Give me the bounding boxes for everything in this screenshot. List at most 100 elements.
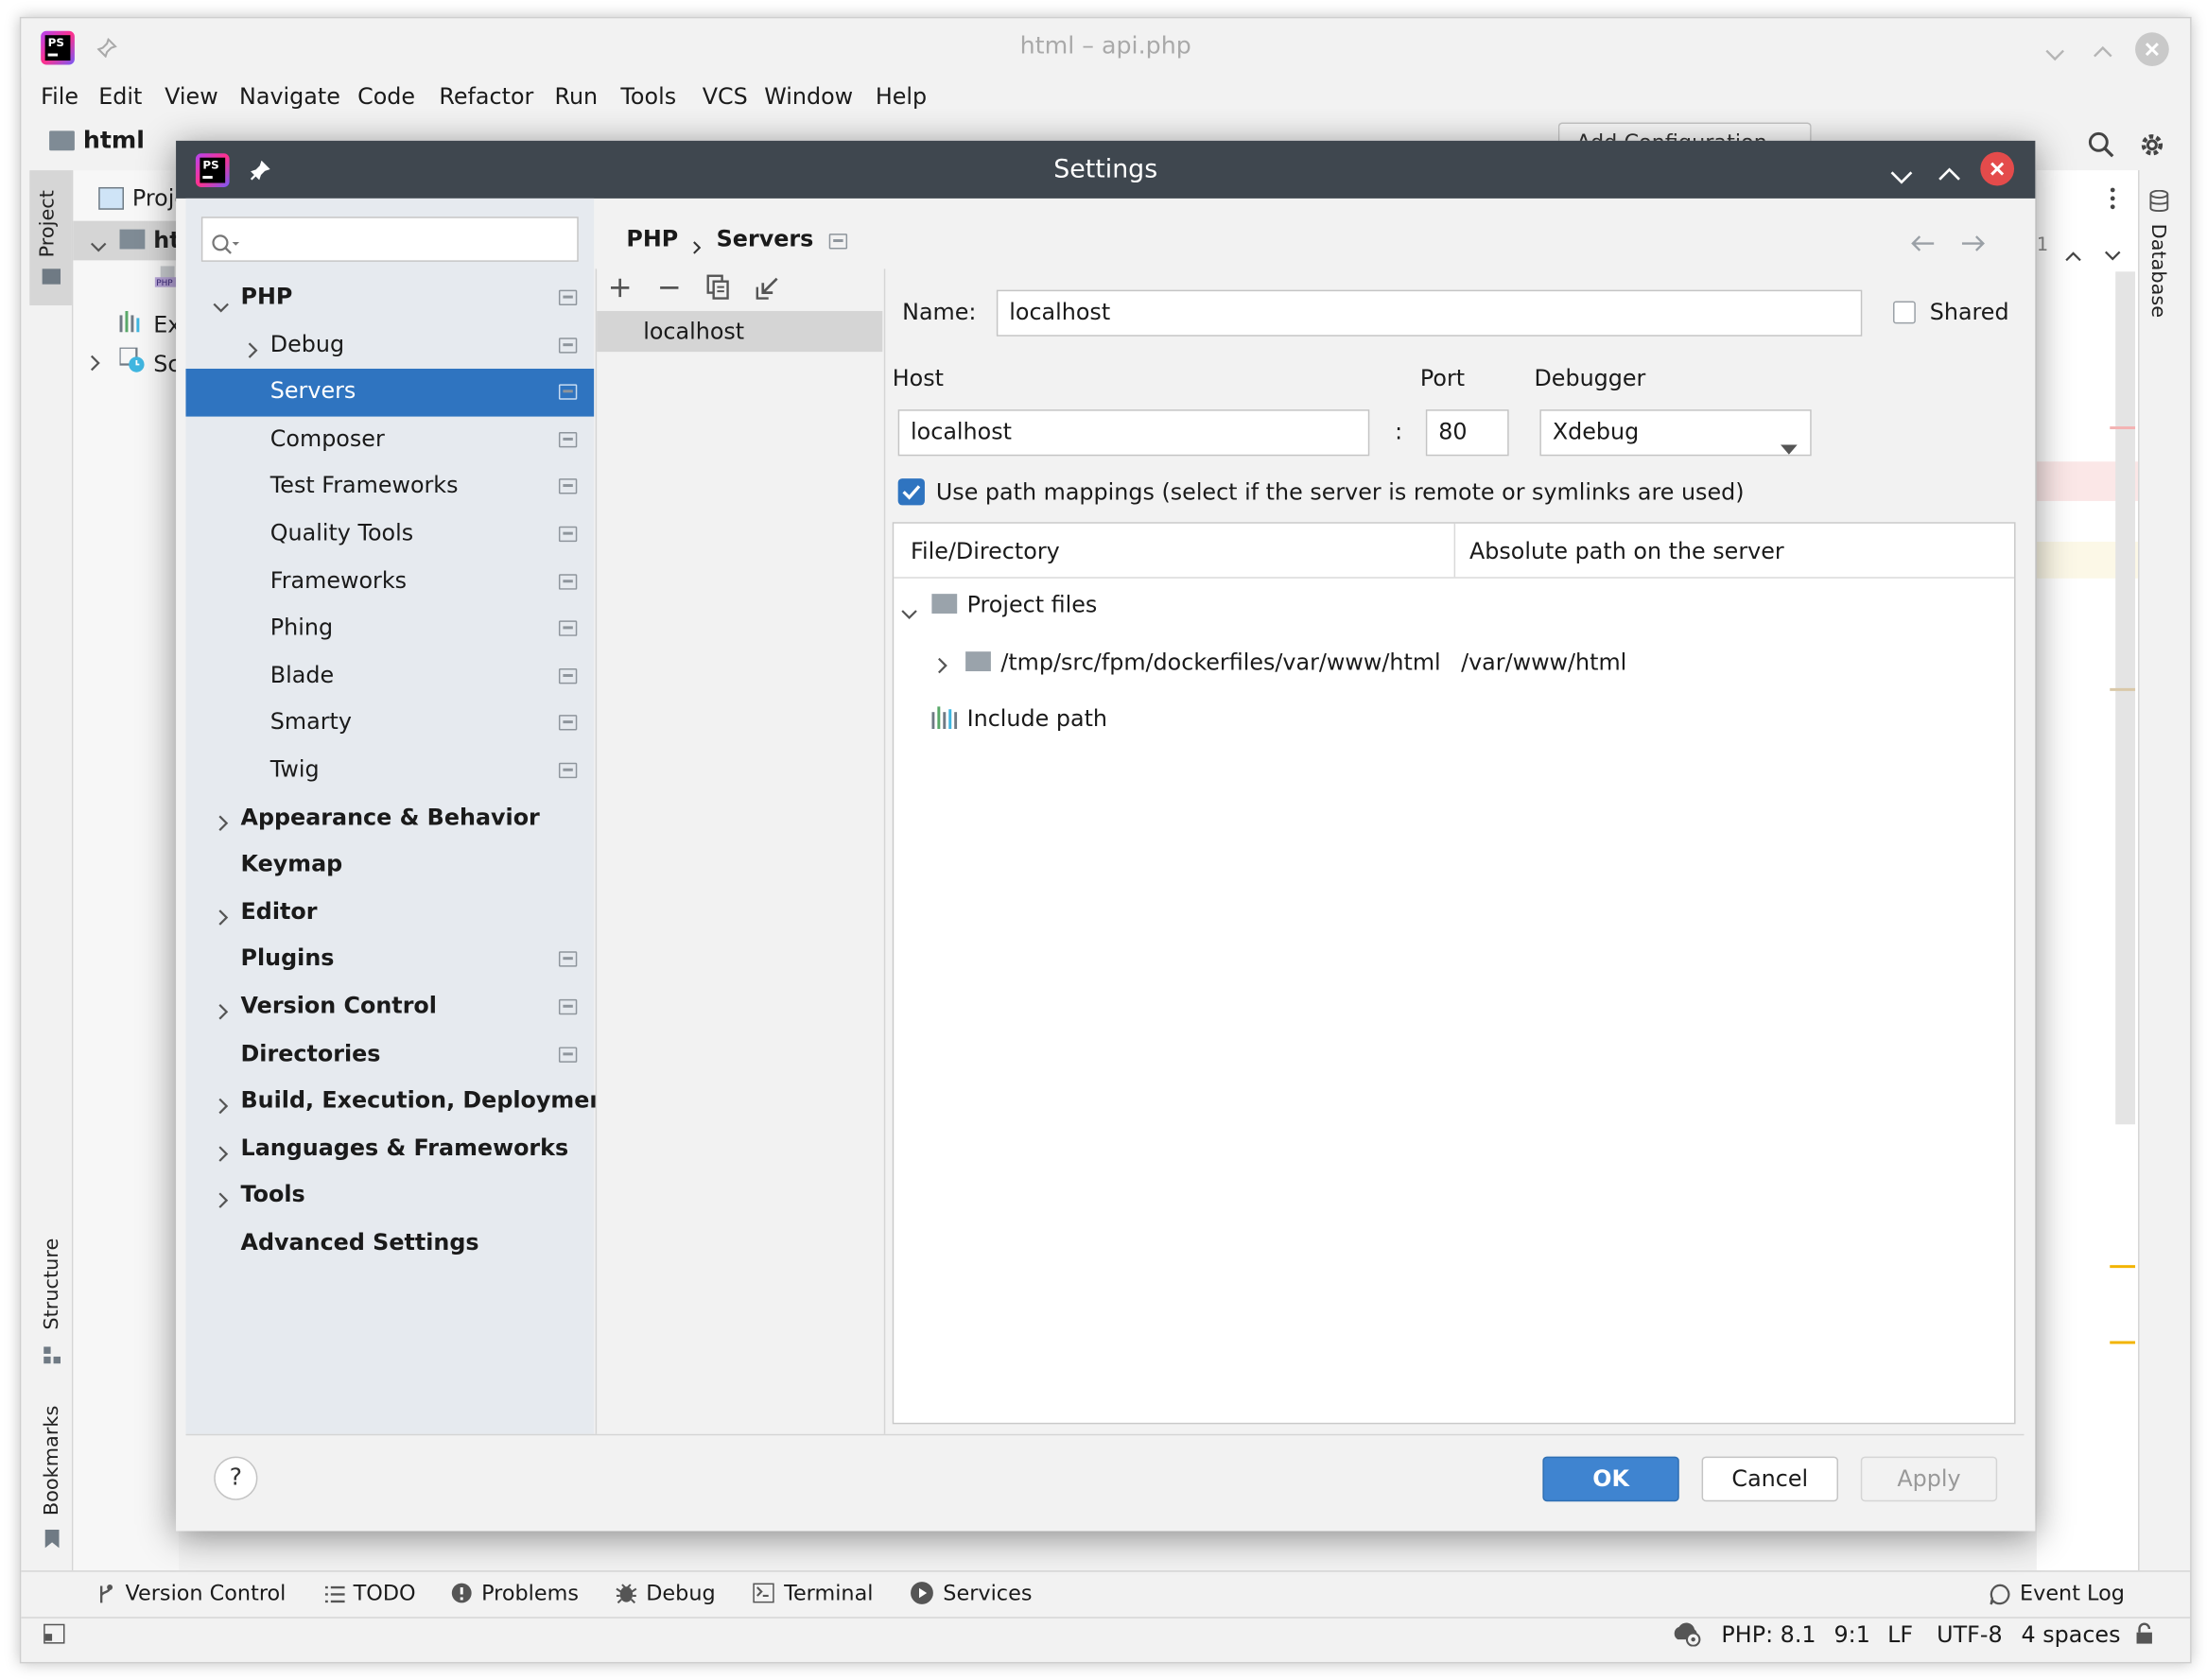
maximize-icon[interactable] [1938, 161, 1961, 181]
settings-tree-item-directories[interactable]: Directories [185, 1031, 594, 1078]
import-icon[interactable] [756, 276, 779, 300]
shared-checkbox[interactable] [1893, 301, 1916, 324]
settings-tree-item-smarty[interactable]: Smarty [185, 700, 594, 747]
menu-vcs[interactable]: VCS [703, 83, 748, 110]
lock-icon[interactable] [2135, 1622, 2155, 1645]
help-button[interactable]: ? [214, 1456, 258, 1500]
table-row-local-path[interactable]: /tmp/src/fpm/dockerfiles/var/www/html [1000, 649, 1440, 675]
chevron-down-icon[interactable] [213, 293, 230, 313]
error-stripe-mark[interactable] [2110, 687, 2136, 691]
settings-tree-item-php[interactable]: PHP [185, 274, 594, 321]
menu-file[interactable]: File [41, 83, 78, 110]
bottom-tab-problems[interactable]: Problems [481, 1581, 579, 1606]
settings-gear-icon[interactable] [2138, 130, 2166, 159]
settings-tree-item-composer[interactable]: Composer [185, 416, 594, 463]
settings-tree-item-tools[interactable]: Tools [185, 1173, 594, 1221]
host-input[interactable]: localhost [897, 409, 1370, 457]
menu-view[interactable]: View [165, 83, 218, 110]
tool-tab-bookmarks[interactable]: Bookmarks [41, 1406, 63, 1515]
error-stripe-mark[interactable] [2110, 426, 2136, 429]
settings-tree-item-phing[interactable]: Phing [185, 605, 594, 652]
more-options-icon[interactable] [2110, 187, 2115, 210]
minimize-icon[interactable] [2045, 41, 2065, 61]
breadcrumb-php[interactable]: PHP [626, 225, 678, 251]
cancel-button[interactable]: Cancel [1701, 1456, 1838, 1502]
path-mappings-checkbox[interactable] [897, 478, 925, 506]
bottom-tab-version-control[interactable]: Version Control [125, 1581, 286, 1606]
status-caret-position[interactable]: 9:1 [1834, 1621, 1870, 1648]
chevron-right-icon[interactable] [248, 338, 259, 358]
port-input[interactable]: 80 [1425, 409, 1509, 457]
settings-tree-item-quality-tools[interactable]: Quality Tools [185, 511, 594, 558]
status-php-version[interactable]: PHP: 8.1 [1721, 1621, 1816, 1648]
settings-tree-item-advanced-settings[interactable]: Advanced Settings [185, 1221, 594, 1268]
maximize-icon[interactable] [2093, 38, 2112, 58]
remove-icon[interactable] [659, 277, 680, 298]
settings-search-input[interactable] [200, 216, 579, 262]
menu-help[interactable]: Help [876, 83, 927, 110]
settings-tree-item-build-execution-deployment[interactable]: Build, Execution, Deployment [185, 1078, 617, 1125]
menu-navigate[interactable]: Navigate [239, 83, 340, 110]
chevron-down-icon[interactable] [2104, 241, 2121, 261]
settings-tree-item-plugins[interactable]: Plugins [185, 936, 594, 983]
chevron-down-icon[interactable] [90, 233, 107, 252]
chevron-right-icon[interactable] [90, 351, 101, 372]
warning-stripe-mark[interactable] [2110, 1265, 2136, 1269]
chevron-right-icon[interactable] [218, 905, 230, 926]
tool-tab-database[interactable]: Database [2146, 224, 2169, 318]
settings-tree-item-servers[interactable]: Servers [185, 369, 595, 417]
close-dialog-icon[interactable] [1980, 151, 2015, 186]
tool-tab-project[interactable]: Project [29, 170, 72, 306]
bottom-tab-terminal[interactable]: Terminal [784, 1581, 873, 1606]
bottom-tab-services[interactable]: Services [943, 1581, 1032, 1606]
editor-scrollbar[interactable] [2115, 271, 2136, 1125]
settings-tree-item-appearance-behavior[interactable]: Appearance & Behavior [185, 794, 594, 841]
minimize-icon[interactable] [1890, 164, 1913, 184]
bottom-tab-todo[interactable]: TODO [354, 1581, 416, 1606]
settings-tree-item-version-control[interactable]: Version Control [185, 983, 594, 1031]
search-everywhere-icon[interactable] [2087, 130, 2115, 159]
settings-tree-item-editor[interactable]: Editor [185, 889, 594, 936]
chevron-right-icon[interactable] [218, 1141, 230, 1162]
chevron-right-icon[interactable] [218, 1094, 230, 1115]
table-row-include-path[interactable]: Include path [967, 705, 1107, 732]
status-line-separator[interactable]: LF [1887, 1621, 1913, 1648]
settings-tree-item-debug[interactable]: Debug [185, 321, 594, 369]
table-row-remote-path[interactable]: /var/www/html [1461, 649, 1626, 675]
ok-button[interactable]: OK [1542, 1456, 1679, 1502]
chevron-right-icon[interactable] [218, 1188, 230, 1209]
menu-refactor[interactable]: Refactor [439, 83, 533, 110]
menu-code[interactable]: Code [357, 83, 415, 110]
menu-window[interactable]: Window [764, 83, 853, 110]
event-log-button[interactable]: Event Log [2020, 1581, 2125, 1606]
chevron-up-icon[interactable] [2065, 241, 2082, 262]
status-encoding[interactable]: UTF-8 [1937, 1621, 2002, 1648]
forward-arrow-icon[interactable] [1960, 231, 1986, 251]
column-header-absolute-path[interactable]: Absolute path on the server [1469, 538, 1784, 564]
tool-tab-structure[interactable]: Structure [41, 1238, 63, 1330]
bottom-tab-debug[interactable]: Debug [646, 1581, 715, 1606]
debugger-select[interactable]: Xdebug [1539, 409, 1812, 457]
status-indent[interactable]: 4 spaces [2021, 1621, 2120, 1648]
chevron-right-icon[interactable] [218, 999, 230, 1020]
close-window-icon[interactable] [2135, 32, 2169, 66]
settings-tree-item-blade[interactable]: Blade [185, 652, 594, 700]
add-icon[interactable] [610, 277, 631, 298]
navbar-project-name[interactable]: html [83, 127, 145, 155]
chevron-right-icon[interactable] [937, 653, 948, 674]
warning-stripe-mark[interactable] [2110, 1341, 2136, 1344]
chevron-right-icon[interactable] [218, 810, 230, 831]
back-arrow-icon[interactable] [1910, 231, 1936, 251]
menu-edit[interactable]: Edit [98, 83, 142, 110]
column-header-file-directory[interactable]: File/Directory [911, 538, 1060, 564]
settings-tree-item-test-frameworks[interactable]: Test Frameworks [185, 463, 594, 511]
menu-run[interactable]: Run [554, 83, 598, 110]
apply-button[interactable]: Apply [1860, 1456, 1998, 1502]
settings-tree-item-frameworks[interactable]: Frameworks [185, 558, 594, 605]
table-row-project-files[interactable]: Project files [967, 591, 1098, 617]
toggle-tool-windows-icon[interactable] [43, 1623, 65, 1644]
menu-tools[interactable]: Tools [620, 83, 676, 110]
settings-tree-item-languages-frameworks[interactable]: Languages & Frameworks [185, 1125, 594, 1172]
server-name-input[interactable]: localhost [996, 289, 1863, 337]
copy-icon[interactable] [706, 274, 730, 300]
